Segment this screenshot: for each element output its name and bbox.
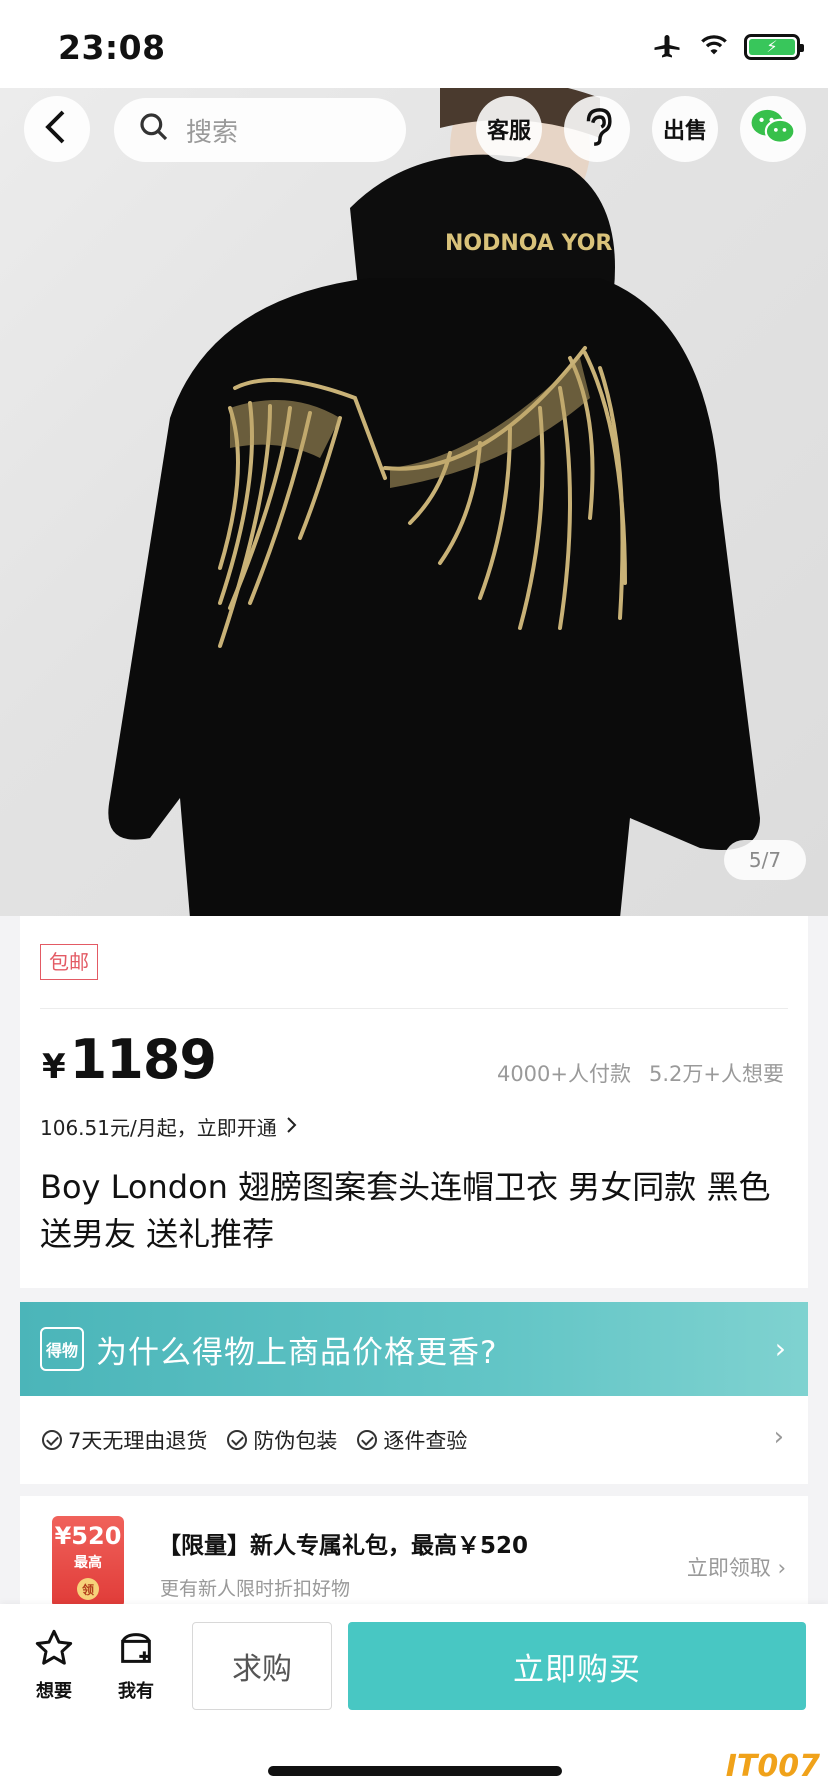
installment-link[interactable]: 106.51元/月起，立即开通 [40, 1112, 297, 1141]
coupon-image-amount: ¥520 [54, 1522, 122, 1550]
want-label: 想要 [36, 1681, 72, 1702]
status-time: 23:08 [58, 28, 166, 67]
claim-coupon-button[interactable]: 立即领取 › [687, 1552, 786, 1582]
top-navigation: 搜索 客服 出售 [0, 96, 828, 168]
coupon-image-sub: 最高 [74, 1555, 102, 1571]
home-indicator[interactable] [268, 1766, 562, 1776]
price-symbol: ¥ [42, 1047, 66, 1087]
why-price-text: 为什么得物上商品价格更香? [96, 1334, 498, 1371]
product-info-card: 包邮 ¥ 1189 4000+人付款 5.2万+人想要 106.51元/月起，立… [20, 916, 808, 1288]
ear-icon [579, 107, 615, 151]
free-shipping-tag: 包邮 [40, 944, 98, 980]
bottom-action-bar: 想要 我有 求购 立即购买 [0, 1604, 828, 1792]
ear-button[interactable] [564, 96, 630, 162]
status-icons: ⚡ [650, 30, 804, 64]
chevron-right-icon: › [773, 1422, 784, 1452]
request-purchase-button[interactable]: 求购 [192, 1622, 332, 1710]
guarantee-item: 7天无理由退货 [42, 1425, 207, 1455]
coupon-subtitle: 更有新人限时折扣好物 [160, 1578, 351, 1600]
airplane-icon [650, 30, 684, 64]
coupon-title: 【限量】新人专属礼包，最高￥520 [158, 1533, 529, 1559]
product-image[interactable]: NODNOA YOR 5/7 [0, 88, 828, 916]
search-input[interactable]: 搜索 [114, 98, 406, 162]
sell-button[interactable]: 出售 [652, 96, 718, 162]
wechat-icon [750, 107, 796, 151]
service-guarantees[interactable]: 7天无理由退货 防伪包装 逐件查验 › [20, 1396, 808, 1484]
want-button[interactable]: 想要 [24, 1628, 84, 1703]
guarantee-item: 逐件查验 [357, 1425, 467, 1455]
guarantee-item: 防伪包装 [227, 1425, 337, 1455]
battery-charging-icon: ⚡ [744, 34, 804, 60]
have-label: 我有 [118, 1681, 154, 1702]
product-title: Boy London 翅膀图案套头连帽卫衣 男女同款 黑色 送男友 送礼推荐 [40, 1168, 771, 1253]
check-circle-icon [42, 1430, 62, 1450]
coupon-image-badge: 领 [77, 1578, 99, 1600]
check-circle-icon [227, 1430, 248, 1450]
customer-service-button[interactable]: 客服 [476, 96, 542, 162]
claim-label: 立即领取 [686, 1556, 771, 1580]
watermark: IT007 [725, 1749, 820, 1784]
image-page-indicator: 5/7 [724, 840, 806, 880]
guarantee-label: 防伪包装 [253, 1429, 338, 1453]
guarantee-label: 逐件查验 [383, 1429, 468, 1453]
have-button[interactable]: 我有 [106, 1628, 166, 1703]
price: ¥ 1189 [42, 1028, 217, 1091]
sales-stats: 4000+人付款 5.2万+人想要 [497, 1058, 784, 1088]
back-icon [42, 109, 72, 149]
check-circle-icon [357, 1430, 378, 1450]
chevron-right-icon: › [774, 1332, 786, 1365]
installment-text: 106.51元/月起，立即开通 [40, 1116, 277, 1140]
guarantee-label: 7天无理由退货 [68, 1429, 208, 1453]
status-bar: 23:08 ⚡ [0, 0, 828, 88]
back-button[interactable] [24, 96, 90, 162]
search-icon [138, 111, 170, 150]
hood-text: NODNOA YOR [445, 231, 612, 256]
dewu-logo-icon: 得物 [40, 1327, 84, 1371]
sell-icon: 出售 [662, 119, 707, 144]
wifi-icon [698, 31, 730, 63]
divider [40, 1008, 788, 1009]
wants-count: 5.2万+人想要 [649, 1062, 784, 1086]
buy-now-button[interactable]: 立即购买 [348, 1622, 806, 1710]
wardrobe-add-icon [116, 1633, 156, 1673]
paid-count: 4000+人付款 [496, 1062, 631, 1086]
wechat-share-button[interactable] [740, 96, 806, 162]
hoodie-illustration: NODNOA YOR [108, 88, 760, 916]
red-packet-icon: ¥520 最高 领 [52, 1516, 124, 1608]
customer-service-icon: 客服 [486, 119, 531, 144]
search-placeholder: 搜索 [186, 117, 239, 148]
price-value: 1189 [69, 1028, 217, 1091]
chevron-right-icon: › [777, 1556, 786, 1580]
why-price-banner[interactable]: 得物 为什么得物上商品价格更香? › [20, 1302, 808, 1396]
chevron-right-icon [285, 1115, 297, 1139]
star-icon [34, 1629, 74, 1673]
